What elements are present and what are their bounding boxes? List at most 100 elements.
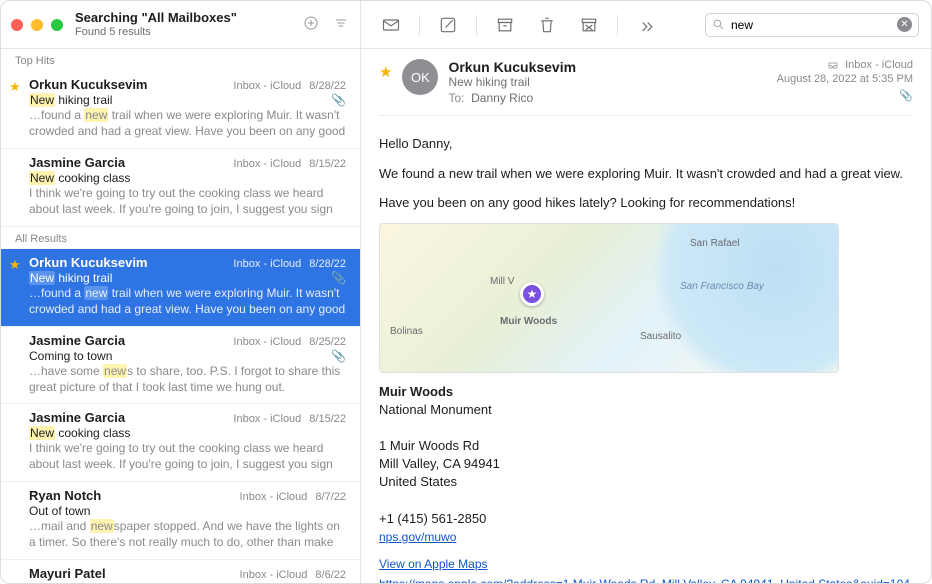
list-item[interactable]: ★ Orkun Kucuksevim Inbox - iCloud 8/28/2… xyxy=(1,71,360,149)
message-header: ★ OK Orkun Kucuksevim New hiking trail T… xyxy=(379,59,913,105)
list-subject: New cooking class xyxy=(29,171,346,185)
list-preview: …found a new trail when we were explorin… xyxy=(29,286,346,318)
list-subject: New hiking trail xyxy=(29,93,346,107)
place-kind: National Monument xyxy=(379,401,913,419)
list-mailbox: Inbox - iCloud xyxy=(233,413,301,425)
place-phone: +1 (415) 561-2850 xyxy=(379,510,913,528)
list-item[interactable]: Jasmine Garcia Inbox - iCloud 8/15/22 Ne… xyxy=(1,149,360,227)
place-website[interactable]: nps.gov/muwo xyxy=(379,530,456,544)
list-date: 8/28/22 xyxy=(309,258,346,270)
list-date: 8/15/22 xyxy=(309,413,346,425)
list-item[interactable]: Jasmine Garcia Inbox - iCloud 8/15/22 Ne… xyxy=(1,404,360,482)
clear-search-icon[interactable]: ✕ xyxy=(897,17,912,32)
place-addr2: Mill Valley, CA 94941 xyxy=(379,455,913,473)
close-window-button[interactable] xyxy=(11,19,23,31)
list-mailbox: Inbox - iCloud xyxy=(233,158,301,170)
list-sender: Orkun Kucuksevim xyxy=(29,77,233,92)
list-mailbox: Inbox - iCloud xyxy=(233,336,301,348)
avatar: OK xyxy=(402,59,438,95)
list-date: 8/7/22 xyxy=(315,491,346,503)
star-icon[interactable]: ★ xyxy=(9,257,21,273)
maps-url-link[interactable]: https://maps.apple.com/?address=1 Muir W… xyxy=(379,577,913,583)
message-body: Hello Danny, We found a new trail when w… xyxy=(379,134,913,583)
list-date: 8/15/22 xyxy=(309,158,346,170)
list-sender: Jasmine Garcia xyxy=(29,410,233,425)
search-title-block: Searching "All Mailboxes" Found 5 result… xyxy=(75,11,302,39)
list-preview: I think we're going to try out the cooki… xyxy=(29,441,346,473)
message-subject: New hiking trail xyxy=(448,75,766,89)
list-preview: …found a new trail when we were explorin… xyxy=(29,108,346,140)
message-mailbox: Inbox - iCloud xyxy=(845,59,913,71)
list-subject: New hiking trail xyxy=(29,271,346,285)
list-item[interactable]: Mayuri Patel Inbox - iCloud 8/6/22 xyxy=(1,560,360,583)
list-sender: Jasmine Garcia xyxy=(29,333,233,348)
list-mailbox: Inbox - iCloud xyxy=(240,491,308,503)
message-list-sidebar: Searching "All Mailboxes" Found 5 result… xyxy=(1,1,361,583)
section-top-hits: Top Hits xyxy=(1,49,360,71)
body-greeting: Hello Danny, xyxy=(379,134,913,154)
junk-icon[interactable] xyxy=(571,11,607,39)
map-pin-icon: ★ xyxy=(520,282,544,306)
maps-view-link[interactable]: View on Apple Maps xyxy=(379,557,488,571)
inbox-icon xyxy=(827,59,839,71)
compose-icon[interactable] xyxy=(430,11,466,39)
place-name: Muir Woods xyxy=(379,383,913,401)
attachment-icon: 📎 xyxy=(331,349,346,363)
list-sender: Jasmine Garcia xyxy=(29,155,233,170)
list-date: 8/6/22 xyxy=(315,569,346,581)
search-input[interactable] xyxy=(725,18,897,32)
list-subject: New cooking class xyxy=(29,426,346,440)
message-pane: ✕ ★ OK Orkun Kucuksevim New hiking trail… xyxy=(361,1,931,583)
zoom-window-button[interactable] xyxy=(51,19,63,31)
toolbar-divider xyxy=(617,15,618,35)
sidebar-titlebar: Searching "All Mailboxes" Found 5 result… xyxy=(1,1,360,49)
window-subtitle: Found 5 results xyxy=(75,26,302,39)
list-item[interactable]: ★ Orkun Kucuksevim Inbox - iCloud 8/28/2… xyxy=(1,249,360,327)
message-content: ★ OK Orkun Kucuksevim New hiking trail T… xyxy=(361,49,931,583)
list-date: 8/25/22 xyxy=(309,336,346,348)
list-sender: Mayuri Patel xyxy=(29,566,240,581)
new-tag-icon[interactable] xyxy=(302,14,320,35)
filter-icon[interactable] xyxy=(332,14,350,35)
toolbar-divider xyxy=(419,15,420,35)
mail-window: Searching "All Mailboxes" Found 5 result… xyxy=(0,0,932,584)
archive-icon[interactable] xyxy=(487,11,523,39)
place-addr3: United States xyxy=(379,473,913,491)
star-icon[interactable]: ★ xyxy=(379,63,392,81)
star-icon[interactable]: ★ xyxy=(9,79,21,95)
toolbar-divider xyxy=(476,15,477,35)
list-sender: Orkun Kucuksevim xyxy=(29,255,233,270)
search-field[interactable]: ✕ xyxy=(705,13,919,37)
message-timestamp: August 28, 2022 at 5:35 PM xyxy=(777,73,913,85)
attachment-icon: 📎 xyxy=(331,93,346,107)
header-divider xyxy=(379,115,913,116)
trash-icon[interactable] xyxy=(529,11,565,39)
message-to: To: Danny Rico xyxy=(448,91,766,105)
place-addr1: 1 Muir Woods Rd xyxy=(379,437,913,455)
search-icon xyxy=(712,18,725,31)
list-subject: Out of town xyxy=(29,504,346,518)
window-controls xyxy=(11,19,63,31)
more-icon[interactable] xyxy=(628,11,664,39)
list-item[interactable]: Jasmine Garcia Inbox - iCloud 8/25/22 📎 … xyxy=(1,327,360,404)
message-meta-right: Inbox - iCloud August 28, 2022 at 5:35 P… xyxy=(777,59,913,102)
minimize-window-button[interactable] xyxy=(31,19,43,31)
list-mailbox: Inbox - iCloud xyxy=(240,569,308,581)
message-sender: Orkun Kucuksevim xyxy=(448,59,766,75)
section-all-results: All Results xyxy=(1,227,360,249)
list-mailbox: Inbox - iCloud xyxy=(233,80,301,92)
list-subject: Coming to town xyxy=(29,349,346,363)
message-list[interactable]: Top Hits ★ Orkun Kucuksevim Inbox - iClo… xyxy=(1,49,360,583)
attachment-icon: 📎 xyxy=(777,89,913,102)
toolbar: ✕ xyxy=(361,1,931,49)
body-p2: Have you been on any good hikes lately? … xyxy=(379,193,913,213)
attachment-icon: 📎 xyxy=(331,271,346,285)
list-preview: …have some news to share, too. P.S. I fo… xyxy=(29,364,346,395)
map-attachment[interactable]: ★ Mill V Muir Woods San Rafael Sausalito… xyxy=(379,223,839,373)
window-title: Searching "All Mailboxes" xyxy=(75,11,302,26)
list-preview: …mail and newspaper stopped. And we have… xyxy=(29,519,346,551)
mail-icon[interactable] xyxy=(373,11,409,39)
list-sender: Ryan Notch xyxy=(29,488,240,503)
place-card: Muir Woods National Monument 1 Muir Wood… xyxy=(379,383,913,547)
list-item[interactable]: Ryan Notch Inbox - iCloud 8/7/22 Out of … xyxy=(1,482,360,560)
